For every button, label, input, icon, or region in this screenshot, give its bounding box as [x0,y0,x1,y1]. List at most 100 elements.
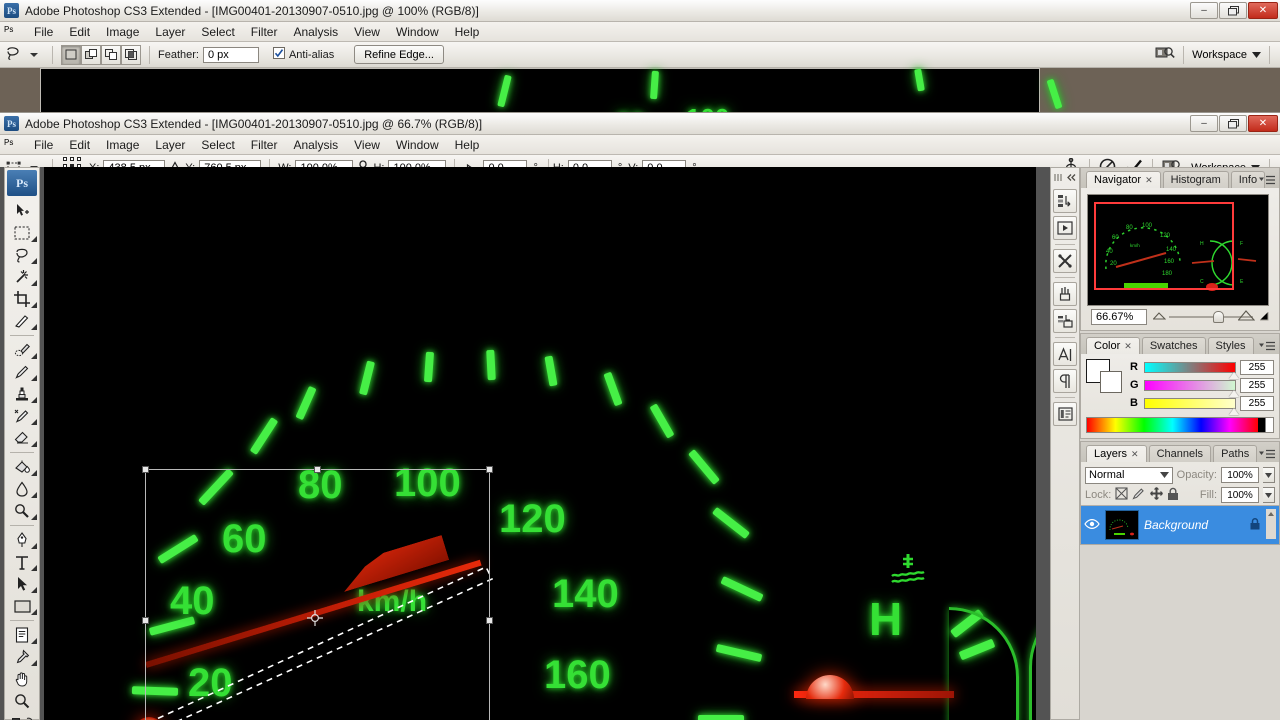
menu-image[interactable]: Image [98,136,147,154]
tool-rectangular-marquee-tool[interactable] [5,222,39,244]
layers-panel[interactable]: Layers ✕ Channels Paths Normal Opacity: 1… [1080,441,1280,545]
color-channel-row-r[interactable]: R 255 [1130,359,1274,379]
navigator-view-box[interactable] [1094,202,1234,290]
panel-menu-icon[interactable] [1259,449,1275,460]
menu-filter-back[interactable]: Filter [243,23,286,41]
tool-path-selection-tool[interactable] [5,573,39,595]
photoshop-window-front[interactable]: Ps Adobe Photoshop CS3 Extended - [IMG00… [0,113,1280,720]
tool-gradient-tool[interactable] [5,456,39,478]
character-panel-icon[interactable] [1053,342,1077,366]
navigator-thumbnail[interactable]: 20 40 60 80 100 120 140 160 180 km/h H C… [1087,194,1269,306]
menu-layer[interactable]: Layer [147,136,193,154]
tab-histogram[interactable]: Histogram [1162,171,1229,188]
zoom-slider[interactable] [1152,309,1269,325]
window-controls-front[interactable]: – ✕ [1190,115,1278,132]
toolbox[interactable]: Ps [4,167,40,720]
tool-rectangle-shape-tool[interactable] [5,595,39,617]
selection-intersect-button[interactable] [121,44,141,65]
tool-pen-tool[interactable] [5,529,39,551]
layer-name-background[interactable]: Background [1144,518,1244,532]
antialias-checkbox[interactable] [272,47,285,62]
clone-source-panel-icon[interactable] [1053,309,1077,333]
tab-swatches[interactable]: Swatches [1141,337,1206,354]
fill-stepper[interactable] [1263,487,1275,503]
panel-menu-icon[interactable] [1259,175,1275,186]
close-button-front[interactable]: ✕ [1248,115,1278,132]
panel-icon-dock[interactable] [1050,167,1080,720]
menu-file[interactable]: File [26,136,61,154]
tool-blur-tool[interactable] [5,478,39,500]
tab-styles[interactable]: Styles [1207,337,1254,354]
close-icon[interactable]: ✕ [1145,175,1153,186]
layers-list[interactable]: Background [1081,505,1279,544]
tool-clone-stamp-tool[interactable] [5,383,39,405]
menu-view-back[interactable]: View [346,23,388,41]
panel-menu-icon[interactable] [1259,341,1275,352]
menu-analysis[interactable]: Analysis [285,136,346,154]
color-panel-tabs[interactable]: Color ✕ Swatches Styles [1081,334,1279,354]
titlebar-back[interactable]: Ps Adobe Photoshop CS3 Extended - [IMG00… [0,0,1280,22]
tab-layers[interactable]: Layers ✕ [1086,445,1147,462]
tool-notes-tool[interactable] [5,624,39,646]
menu-analysis-back[interactable]: Analysis [285,23,346,41]
actions-panel-icon[interactable] [1053,216,1077,240]
menu-select-back[interactable]: Select [193,23,242,41]
tool-move-tool[interactable] [5,200,39,222]
panel-dock[interactable]: Navigator ✕ Histogram Info 20 40 60 80 1… [1080,167,1280,720]
tab-navigator[interactable]: Navigator ✕ [1086,171,1161,188]
selection-subtract-button[interactable] [101,44,121,65]
collapse-panels-icon[interactable] [1051,168,1079,186]
zoom-level-input[interactable]: 66.67% [1091,309,1147,325]
tool-slice-tool[interactable] [5,310,39,332]
paragraph-panel-icon[interactable] [1053,369,1077,393]
color-channel-row-g[interactable]: G 255 [1130,377,1274,397]
tool-lasso-tool[interactable] [5,244,39,266]
menu-edit-back[interactable]: Edit [61,23,98,41]
blend-mode-select[interactable]: Normal [1085,466,1173,484]
close-button-back[interactable]: ✕ [1248,2,1278,19]
lock-position-icon[interactable] [1150,487,1164,503]
tool-preset-chevron-icon[interactable] [24,45,44,65]
layer-row-background[interactable]: Background [1081,506,1279,544]
workspace-button-back[interactable]: Workspace [1192,49,1261,61]
tab-color[interactable]: Color ✕ [1086,337,1140,354]
transform-handle-middle-left[interactable] [142,617,149,624]
feather-input[interactable]: 0 px [202,46,259,63]
channel-value-r[interactable]: 255 [1240,359,1274,375]
lock-all-icon[interactable] [1167,487,1179,504]
color-swatches[interactable] [1086,359,1122,393]
tool-eyedropper-tool[interactable] [5,646,39,668]
titlebar-front[interactable]: Ps Adobe Photoshop CS3 Extended - [IMG00… [0,113,1280,135]
resize-grip-icon[interactable] [1259,311,1269,324]
history-panel-icon[interactable] [1053,189,1077,213]
selection-new-button[interactable] [61,44,81,65]
window-controls-back[interactable]: – ✕ [1190,2,1278,19]
eye-visibility-icon[interactable] [1084,518,1100,533]
layers-scrollbar[interactable] [1266,508,1276,542]
tool-crop-tool[interactable] [5,288,39,310]
minimize-button-back[interactable]: – [1190,2,1218,19]
zoom-slider-knob[interactable] [1213,311,1225,323]
menu-window[interactable]: Window [388,136,447,154]
navigator-panel-tabs[interactable]: Navigator ✕ Histogram Info [1081,168,1279,188]
tool-zoom-tool[interactable] [5,690,39,712]
navigator-zoom-controls[interactable]: 66.67% [1087,306,1273,328]
menu-layer-back[interactable]: Layer [147,23,193,41]
restore-button-front[interactable] [1219,115,1247,132]
app-menu-icon-front[interactable]: Ps [4,138,18,152]
blend-mode-row[interactable]: Normal Opacity: 100% [1081,465,1279,485]
transform-handle-top-center[interactable] [314,466,321,473]
app-menu-icon-back[interactable]: Ps [4,25,18,39]
menu-edit[interactable]: Edit [61,136,98,154]
background-color-swatch[interactable] [1100,371,1122,393]
tool-presets-icon[interactable] [1053,249,1077,273]
restore-button-back[interactable] [1219,2,1247,19]
transform-handle-middle-right[interactable] [486,617,493,624]
lock-row[interactable]: Lock: Fill: 100% [1081,485,1279,505]
lock-image-pixels-icon[interactable] [1132,487,1146,503]
channel-value-g[interactable]: 255 [1240,377,1274,393]
minimize-button-front[interactable]: – [1190,115,1218,132]
close-icon[interactable]: ✕ [1131,449,1139,460]
tab-paths[interactable]: Paths [1213,445,1258,462]
menubar-back[interactable]: Ps File Edit Image Layer Select Filter A… [0,22,1280,42]
